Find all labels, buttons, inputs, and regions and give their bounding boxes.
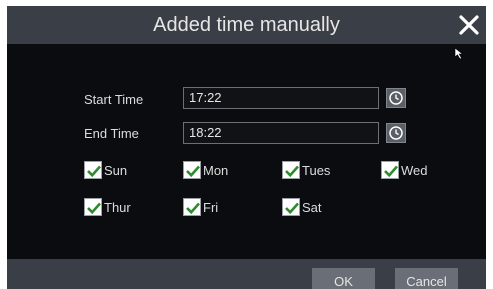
day-label: Fri: [203, 199, 219, 215]
day-label: Mon: [203, 162, 229, 178]
end-time-input[interactable]: 18:22: [183, 122, 379, 144]
day-checkbox-sun[interactable]: Sun: [84, 160, 127, 180]
day-checkbox-thur[interactable]: Thur: [84, 197, 131, 217]
day-label: Sun: [104, 162, 128, 178]
start-time-clock-button[interactable]: [386, 88, 406, 108]
day-checkbox-mon[interactable]: Mon: [183, 160, 228, 180]
close-icon[interactable]: [455, 11, 483, 39]
checkbox-checked-icon: [84, 161, 102, 179]
mouse-cursor-icon: [454, 47, 466, 61]
checkbox-checked-icon: [282, 198, 300, 216]
day-checkbox-tues[interactable]: Tues: [282, 160, 330, 180]
checkbox-checked-icon: [84, 198, 102, 216]
day-checkbox-sat[interactable]: Sat: [282, 197, 322, 217]
start-time-label: Start Time: [84, 92, 144, 107]
ok-button[interactable]: OK: [312, 268, 375, 289]
cancel-button[interactable]: Cancel: [395, 268, 458, 289]
day-label: Tues: [302, 162, 331, 178]
end-time-label: End Time: [84, 126, 139, 141]
checkbox-checked-icon: [183, 198, 201, 216]
end-time-clock-button[interactable]: [386, 123, 406, 143]
start-time-input[interactable]: 17:22: [183, 87, 379, 109]
day-checkbox-wed[interactable]: Wed: [381, 160, 428, 180]
day-label: Thur: [104, 199, 131, 215]
day-label: Sat: [302, 199, 322, 215]
checkbox-checked-icon: [183, 161, 201, 179]
checkbox-checked-icon: [282, 161, 300, 179]
checkbox-checked-icon: [381, 161, 399, 179]
clock-icon: [389, 91, 403, 105]
day-checkbox-fri[interactable]: Fri: [183, 197, 218, 217]
clock-icon: [389, 126, 403, 140]
day-label: Wed: [401, 162, 428, 178]
dialog-title: Added time manually: [153, 14, 340, 36]
add-time-dialog: Added time manually Start Time 17:22 End…: [7, 6, 486, 289]
